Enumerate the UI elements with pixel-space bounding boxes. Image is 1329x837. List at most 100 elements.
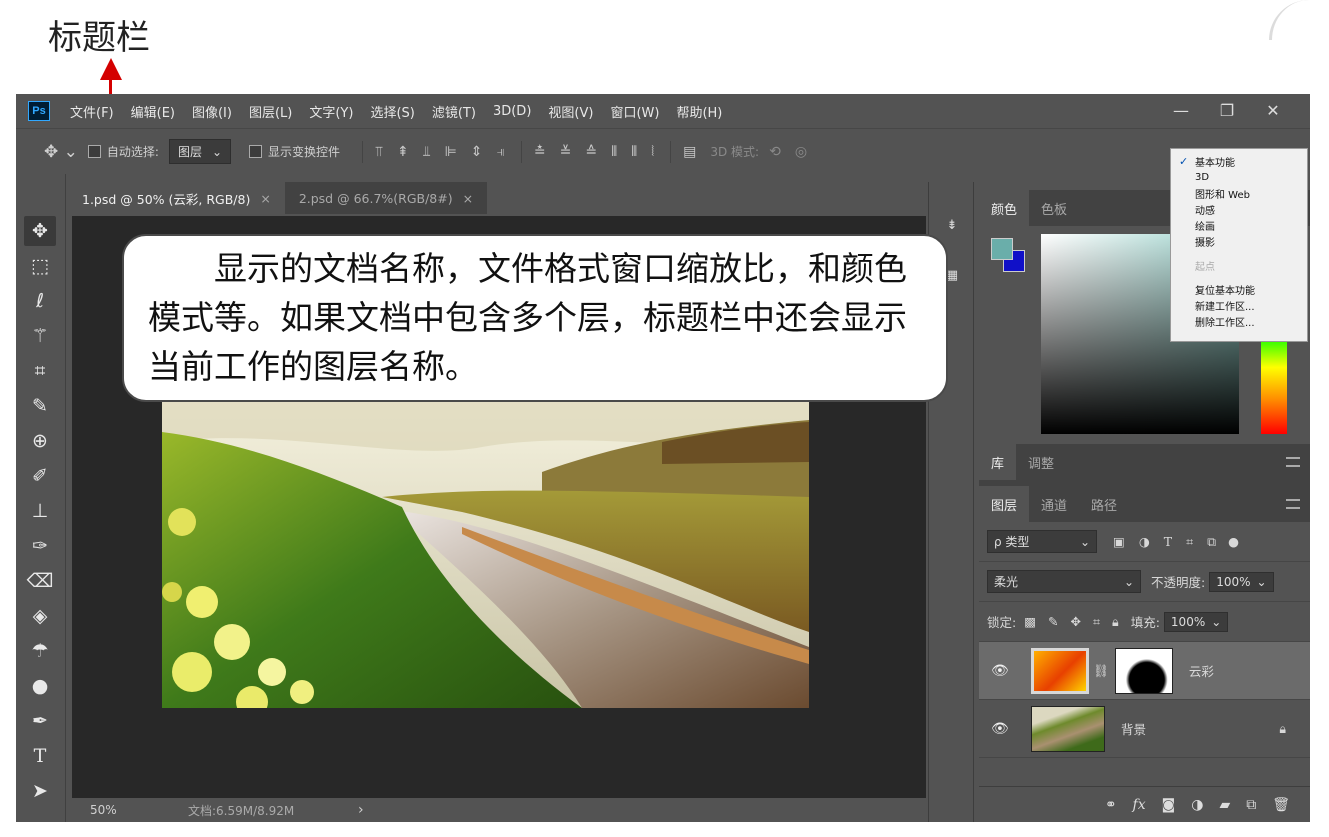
filter-shape-icon[interactable]: ⌗ bbox=[1186, 534, 1193, 550]
layer-item[interactable]: 👁︎ 背景 🔒︎ bbox=[979, 700, 1310, 758]
menu-filter[interactable]: 滤镜(T) bbox=[432, 102, 476, 121]
filter-pixel-icon[interactable]: ▣ bbox=[1113, 534, 1125, 549]
align-vcenter-icon[interactable]: ⇞ bbox=[397, 144, 409, 160]
close-icon[interactable]: ✕ bbox=[1250, 97, 1296, 123]
auto-select-checkbox[interactable] bbox=[87, 145, 101, 158]
eyedropper-tool-icon[interactable]: ✎ bbox=[24, 391, 56, 421]
lasso-tool-icon[interactable]: ℓ bbox=[24, 286, 56, 316]
menu-type[interactable]: 文字(Y) bbox=[309, 102, 353, 121]
close-tab-icon[interactable]: × bbox=[260, 191, 270, 206]
auto-select-dropdown[interactable]: 图层 ⌄ bbox=[168, 139, 232, 164]
dodge-tool-icon[interactable]: ● bbox=[24, 671, 56, 701]
layer-filter-select[interactable]: ρ 类型 ⌄ bbox=[987, 530, 1097, 553]
tab-swatches[interactable]: 色板 bbox=[1029, 190, 1079, 226]
tab-libraries[interactable]: 库 bbox=[979, 444, 1017, 480]
auto-align-icon[interactable]: ▤ bbox=[683, 144, 696, 160]
workspace-item-photography[interactable]: 摄影 bbox=[1171, 233, 1307, 249]
layer-style-icon[interactable]: fx bbox=[1133, 797, 1146, 813]
filter-adjust-icon[interactable]: ◑ bbox=[1139, 534, 1150, 549]
lock-all-icon[interactable]: 🔒︎ bbox=[1112, 614, 1119, 630]
stamp-tool-icon[interactable]: ⊥ bbox=[24, 496, 56, 526]
eye-icon[interactable]: 👁︎ bbox=[991, 663, 1013, 679]
tab-doc-1[interactable]: 1.psd @ 50% (云彩, RGB/8) × bbox=[68, 182, 285, 214]
foreground-color-swatch[interactable] bbox=[991, 238, 1013, 260]
3d-roll-icon[interactable]: ◎ bbox=[795, 144, 807, 160]
menu-select[interactable]: 选择(S) bbox=[370, 102, 414, 121]
fill-input[interactable]: 100% ⌄ bbox=[1163, 611, 1229, 632]
move-tool-icon[interactable]: ✥ bbox=[24, 216, 56, 246]
workspace-item-reset[interactable]: 复位基本功能 bbox=[1171, 281, 1307, 297]
link-layers-icon[interactable]: ⚭ bbox=[1105, 797, 1117, 813]
workspace-item-delete[interactable]: 删除工作区... bbox=[1171, 313, 1307, 329]
paint-bucket-tool-icon[interactable]: ◈ bbox=[24, 601, 56, 631]
distribute-right-icon[interactable]: ⦚ bbox=[651, 144, 654, 160]
menu-help[interactable]: 帮助(H) bbox=[676, 102, 722, 121]
eraser-tool-icon[interactable]: ⌫ bbox=[24, 566, 56, 596]
workspace-item-painting[interactable]: 绘画 bbox=[1171, 217, 1307, 233]
marquee-tool-icon[interactable]: ⬚ bbox=[24, 251, 56, 281]
blur-tool-icon[interactable]: ☂ bbox=[24, 636, 56, 666]
new-layer-icon[interactable]: ⧉ bbox=[1246, 797, 1256, 813]
menu-view[interactable]: 视图(V) bbox=[548, 102, 593, 121]
status-arrow-icon[interactable]: › bbox=[358, 802, 364, 818]
align-hcenter-icon[interactable]: ⇕ bbox=[471, 144, 483, 160]
tab-paths[interactable]: 路径 bbox=[1079, 486, 1129, 522]
tab-adjustments[interactable]: 调整 bbox=[1016, 444, 1066, 480]
history-brush-tool-icon[interactable]: ✑ bbox=[24, 531, 56, 561]
adjustment-layer-icon[interactable]: ◑ bbox=[1191, 797, 1203, 813]
tab-layers[interactable]: 图层 bbox=[979, 486, 1030, 522]
magic-wand-tool-icon[interactable]: ⚚ bbox=[24, 321, 56, 351]
align-top-icon[interactable]: ⫪ bbox=[375, 144, 383, 160]
workspace-item-graphics-web[interactable]: 图形和 Web bbox=[1171, 185, 1307, 201]
workspace-item-new[interactable]: 新建工作区... bbox=[1171, 297, 1307, 313]
type-tool-icon[interactable]: T bbox=[24, 741, 56, 771]
filter-toggle-icon[interactable]: ● bbox=[1228, 534, 1239, 549]
panel-menu-icon[interactable] bbox=[1286, 457, 1300, 467]
crop-tool-icon[interactable]: ⌗ bbox=[24, 356, 56, 386]
lock-artboard-icon[interactable]: ⌗ bbox=[1093, 614, 1100, 630]
lock-position-icon[interactable]: ✥ bbox=[1071, 614, 1081, 629]
minimize-icon[interactable]: — bbox=[1158, 97, 1204, 123]
workspace-item-motion[interactable]: 动感 bbox=[1171, 201, 1307, 217]
chain-link-icon[interactable]: ⛓︎ bbox=[1093, 663, 1109, 679]
eye-icon[interactable]: 👁︎ bbox=[991, 721, 1013, 737]
distribute-vcenter-icon[interactable]: ≚ bbox=[560, 144, 572, 160]
zoom-level[interactable]: 50% bbox=[90, 803, 170, 817]
distribute-left-icon[interactable]: ⦀ bbox=[611, 144, 617, 160]
layer-item[interactable]: 👁︎ ⛓︎ 云彩 bbox=[979, 642, 1310, 700]
pen-tool-icon[interactable]: ✒ bbox=[24, 706, 56, 736]
workspace-item-essentials[interactable]: ✓ 基本功能 bbox=[1171, 153, 1307, 169]
menu-layer[interactable]: 图层(L) bbox=[249, 102, 292, 121]
filter-smart-icon[interactable]: ⧉ bbox=[1207, 534, 1216, 550]
distribute-top-icon[interactable]: ≛ bbox=[534, 144, 546, 160]
path-select-tool-icon[interactable]: ➤ bbox=[24, 776, 56, 806]
history-panel-icon[interactable]: ⇟ bbox=[939, 212, 965, 238]
menu-image[interactable]: 图像(I) bbox=[192, 102, 232, 121]
lock-pixels-icon[interactable]: ✎ bbox=[1048, 614, 1058, 629]
tab-channels[interactable]: 通道 bbox=[1029, 486, 1079, 522]
layer-mask-thumbnail[interactable] bbox=[1114, 647, 1173, 694]
new-group-icon[interactable]: ▰ bbox=[1219, 797, 1230, 813]
align-left-icon[interactable]: ⊫ bbox=[445, 144, 457, 160]
lock-transparent-icon[interactable]: ▩ bbox=[1024, 614, 1036, 629]
panel-menu-icon[interactable] bbox=[1286, 499, 1300, 509]
add-mask-icon[interactable]: ◙ bbox=[1162, 797, 1176, 813]
filter-type-icon[interactable]: T bbox=[1164, 534, 1172, 549]
menu-3d[interactable]: 3D(D) bbox=[493, 104, 531, 119]
brush-tool-icon[interactable]: ✐ bbox=[24, 461, 56, 491]
blend-mode-select[interactable]: 柔光 ⌄ bbox=[987, 570, 1141, 593]
align-bottom-icon[interactable]: ⫫ bbox=[423, 144, 431, 160]
distribute-bottom-icon[interactable]: ≙ bbox=[585, 144, 597, 160]
restore-icon[interactable]: ❐ bbox=[1204, 97, 1250, 123]
distribute-hcenter-icon[interactable]: ⫴ bbox=[631, 144, 637, 160]
show-transform-checkbox[interactable] bbox=[249, 145, 263, 158]
delete-layer-icon[interactable]: 🗑︎ bbox=[1272, 797, 1290, 813]
close-tab-icon[interactable]: × bbox=[463, 191, 473, 206]
align-right-icon[interactable]: ⫣ bbox=[497, 144, 505, 160]
move-tool-icon[interactable]: ✥ ⌄ bbox=[44, 142, 78, 162]
landscape-image[interactable] bbox=[162, 402, 809, 708]
tab-color[interactable]: 颜色 bbox=[979, 190, 1030, 226]
tab-doc-2[interactable]: 2.psd @ 66.7%(RGB/8#) × bbox=[284, 182, 488, 214]
healing-brush-tool-icon[interactable]: ⊕ bbox=[24, 426, 56, 456]
workspace-item-3d[interactable]: 3D bbox=[1171, 169, 1307, 185]
